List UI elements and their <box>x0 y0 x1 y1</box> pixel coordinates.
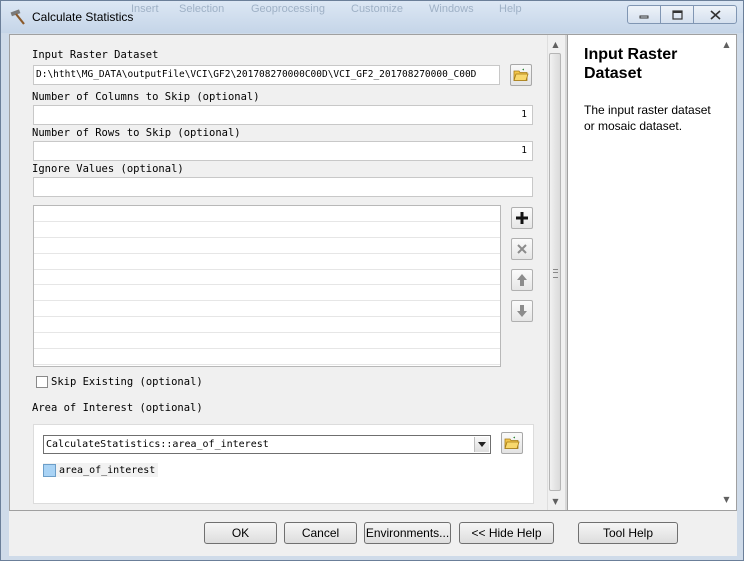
title-bar[interactable]: Calculate Statistics Insert Selection Ge… <box>1 1 743 33</box>
chevron-down-icon <box>478 442 486 447</box>
add-value-button[interactable] <box>511 207 533 229</box>
area-of-interest-group: CalculateStatistics::area_of_interest ar… <box>33 424 534 504</box>
skip-existing-label: Skip Existing (optional) <box>51 376 203 388</box>
list-row[interactable] <box>34 349 500 365</box>
combo-dropdown-button[interactable] <box>474 437 489 452</box>
scroll-down-icon[interactable]: ▼ <box>548 494 563 509</box>
move-up-button[interactable] <box>511 269 533 291</box>
window-title: Calculate Statistics <box>32 10 134 24</box>
help-title: Input Raster Dataset <box>584 46 678 82</box>
cancel-button[interactable]: Cancel <box>284 522 357 544</box>
rows-skip-field[interactable]: 1 <box>33 141 533 161</box>
tool-dialog: Calculate Statistics Insert Selection Ge… <box>0 0 744 561</box>
layer-name: area_of_interest <box>59 464 156 476</box>
plus-icon <box>516 212 528 224</box>
list-row[interactable] <box>34 222 500 238</box>
skip-existing-checkbox[interactable] <box>36 376 48 388</box>
scroll-up-icon[interactable]: ▲ <box>719 37 734 52</box>
ignore-values-list[interactable] <box>33 205 501 367</box>
environments-button[interactable]: Environments... <box>364 522 451 544</box>
area-of-interest-label: Area of Interest (optional) <box>32 402 203 414</box>
rows-skip-label: Number of Rows to Skip (optional) <box>32 127 241 139</box>
help-panel: Input Raster Dataset The input raster da… <box>567 35 736 510</box>
scroll-down-icon[interactable]: ▼ <box>719 492 734 507</box>
help-body: The input raster dataset or mosaic datas… <box>584 103 711 133</box>
arrow-down-icon <box>517 305 527 317</box>
ignore-values-field[interactable] <box>33 177 533 197</box>
list-row[interactable] <box>34 206 500 222</box>
combo-value: CalculateStatistics::area_of_interest <box>46 439 269 450</box>
move-down-button[interactable] <box>511 300 533 322</box>
list-row[interactable] <box>34 270 500 286</box>
ok-button[interactable]: OK <box>204 522 277 544</box>
hammer-icon <box>10 9 25 25</box>
open-folder-icon <box>513 68 529 81</box>
remove-value-button[interactable] <box>511 238 533 260</box>
minimize-icon <box>639 15 649 18</box>
dialog-client-area: Input Raster Dataset D:\htht\MG_DATA\out… <box>9 34 737 511</box>
parameters-scrollbar[interactable]: ▲ ▼ <box>547 35 563 510</box>
open-folder-icon <box>504 436 520 449</box>
ignore-values-label: Ignore Values (optional) <box>32 163 184 175</box>
scroll-up-icon[interactable]: ▲ <box>548 37 563 52</box>
window-controls <box>627 5 737 25</box>
ghost-menu-customize: Customize <box>351 3 403 15</box>
maximize-icon <box>671 9 683 20</box>
list-row[interactable] <box>34 254 500 270</box>
ghost-menu-help: Help <box>499 3 522 15</box>
ghost-menu-geoprocessing: Geoprocessing <box>251 3 325 15</box>
columns-skip-label: Number of Columns to Skip (optional) <box>32 91 260 103</box>
ghost-menu-insert: Insert <box>131 3 159 15</box>
list-row[interactable] <box>34 285 500 302</box>
close-button[interactable] <box>693 5 737 24</box>
input-raster-label: Input Raster Dataset <box>32 49 159 61</box>
list-row[interactable] <box>34 333 500 350</box>
list-row[interactable] <box>34 238 500 254</box>
x-icon <box>517 244 527 254</box>
maximize-button[interactable] <box>660 5 694 24</box>
columns-skip-field[interactable]: 1 <box>33 105 533 125</box>
browse-raster-button[interactable] <box>510 64 532 86</box>
help-scrollbar[interactable]: ▲ ▼ <box>719 35 735 508</box>
ghost-menu-windows: Windows <box>429 3 474 15</box>
arrow-up-icon <box>517 274 527 286</box>
grip-icon <box>553 269 558 278</box>
close-icon <box>709 9 721 20</box>
list-row[interactable] <box>34 301 500 318</box>
layer-swatch-icon <box>43 463 56 477</box>
area-of-interest-combo[interactable]: CalculateStatistics::area_of_interest <box>43 435 491 454</box>
tool-help-button[interactable]: Tool Help <box>578 522 678 544</box>
list-row[interactable] <box>34 317 500 334</box>
minimize-button[interactable] <box>627 5 661 24</box>
hide-help-button[interactable]: << Hide Help <box>459 522 554 544</box>
ghost-menu-selection: Selection <box>179 3 225 15</box>
parameters-panel: Input Raster Dataset D:\htht\MG_DATA\out… <box>10 35 565 510</box>
layer-list-item[interactable]: area_of_interest <box>43 463 159 477</box>
scrollbar-thumb[interactable] <box>549 53 561 491</box>
input-raster-field[interactable]: D:\htht\MG_DATA\outputFile\VCI\GF2\20170… <box>33 65 500 85</box>
browse-aoi-button[interactable] <box>501 432 523 454</box>
button-bar: OK Cancel Environments... << Hide Help T… <box>9 511 737 556</box>
